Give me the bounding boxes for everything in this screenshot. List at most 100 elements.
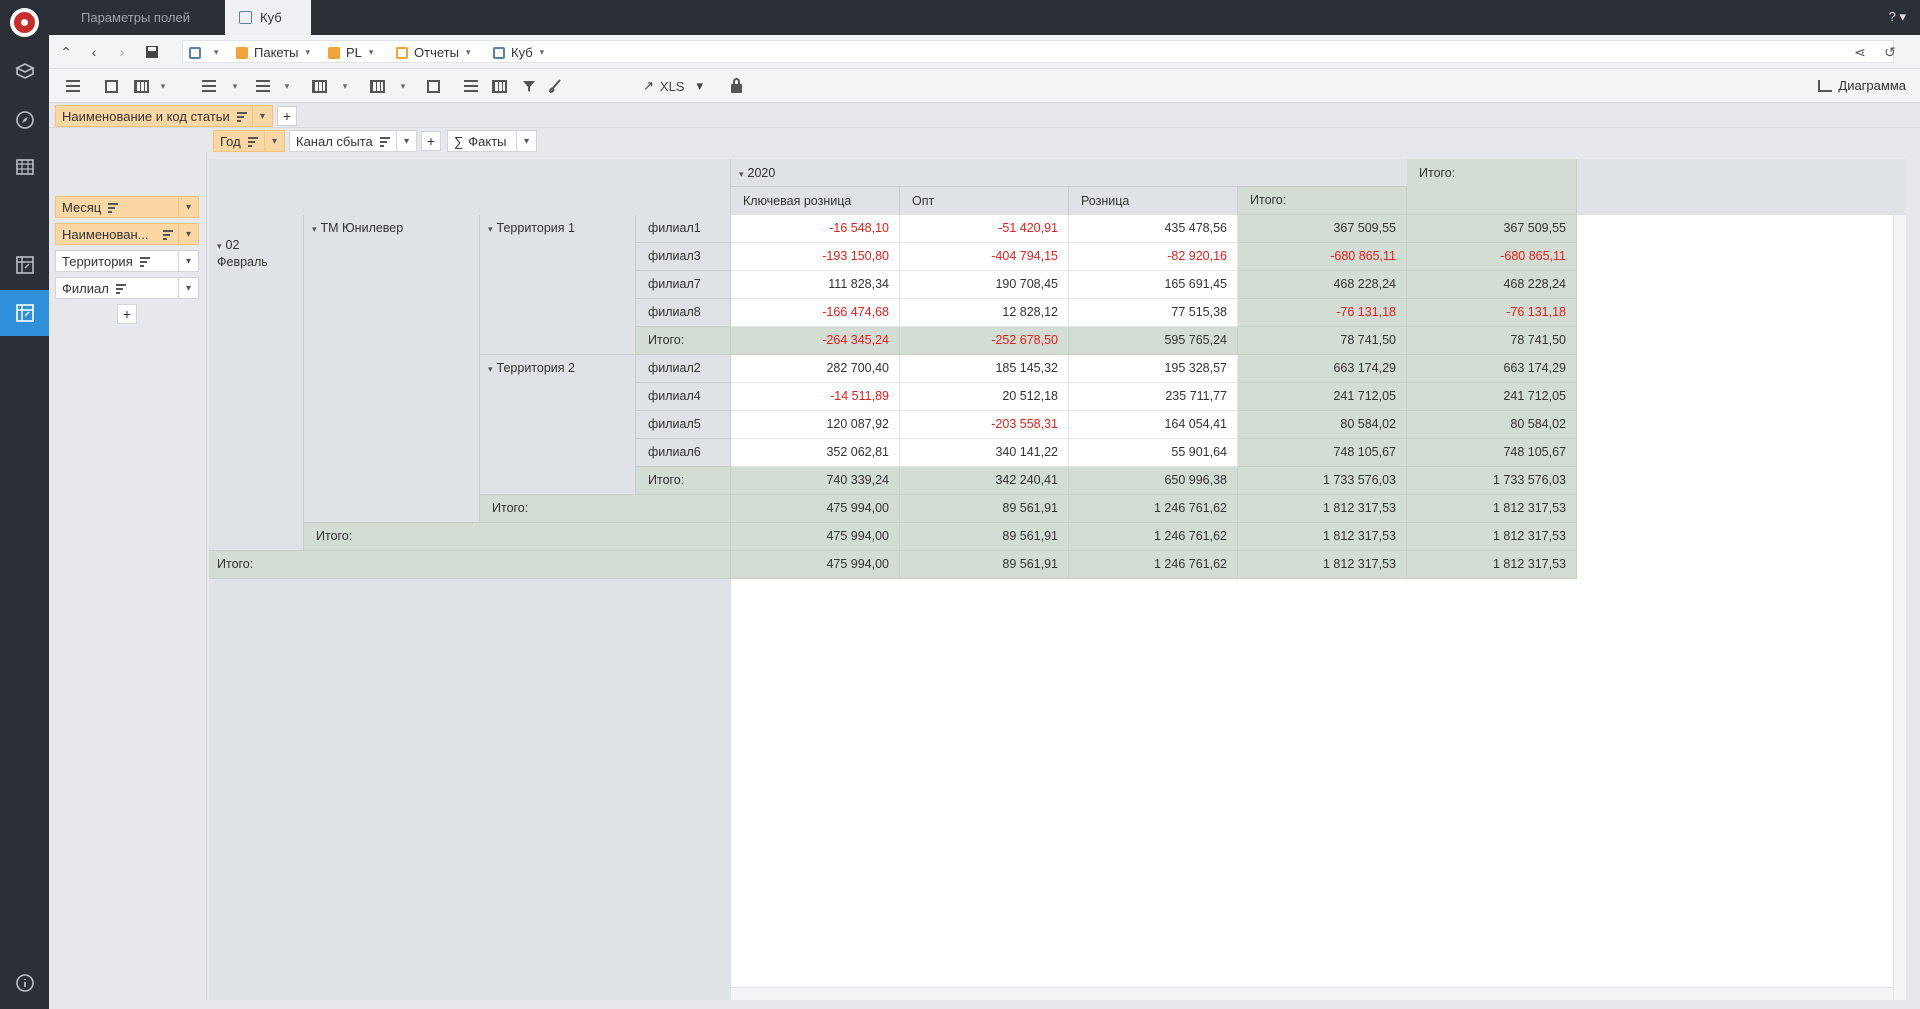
value-cell[interactable]: 748 105,67 — [1407, 439, 1577, 467]
info-nav-icon[interactable] — [0, 960, 49, 1006]
value-cell[interactable]: 77 515,38 — [1069, 299, 1238, 327]
territory-row-header[interactable]: ▾ Территория 1 — [480, 215, 636, 355]
crumb-reports[interactable]: Отчеты ▾ — [396, 44, 470, 61]
table-layout-dropdown[interactable]: ▾ — [153, 76, 173, 96]
crumb-pl[interactable]: PL ▾ — [328, 44, 373, 61]
value-cell[interactable]: 748 105,67 — [1238, 439, 1407, 467]
chevron-down-icon[interactable]: ▾ — [178, 224, 198, 244]
sort-icon[interactable] — [236, 111, 247, 122]
value-cell[interactable]: 352 062,81 — [731, 439, 900, 467]
collapse-up-icon[interactable]: ⌃ — [55, 41, 77, 63]
sort-icon[interactable] — [115, 283, 126, 294]
chart-button[interactable]: Диаграмма — [1818, 78, 1906, 93]
value-cell[interactable]: 55 901,64 — [1069, 439, 1238, 467]
value-cell[interactable]: 164 054,41 — [1069, 411, 1238, 439]
share-icon[interactable]: ⋖ — [1849, 41, 1871, 63]
chevron-down-icon[interactable]: ▾ — [312, 224, 317, 234]
value-cell[interactable]: 435 478,56 — [1069, 215, 1238, 243]
value-cell[interactable]: -82 920,16 — [1069, 243, 1238, 271]
value-cell[interactable]: 241 712,05 — [1407, 383, 1577, 411]
lock-icon[interactable] — [726, 76, 746, 96]
value-cell[interactable]: 1 812 317,53 — [1407, 495, 1577, 523]
column-field-channel[interactable]: Канал сбыта ▾ — [289, 130, 417, 152]
brand-row-header[interactable]: ▾ ТМ Юнилевер — [304, 215, 480, 523]
value-cell[interactable]: 740 339,24 — [731, 467, 900, 495]
value-cell[interactable]: 235 711,77 — [1069, 383, 1238, 411]
sort-icon[interactable] — [139, 256, 150, 267]
value-cell[interactable]: 1 246 761,62 — [1069, 551, 1238, 579]
chevron-down-icon[interactable]: ▾ — [264, 131, 284, 151]
value-cell[interactable]: 1 812 317,53 — [1407, 551, 1577, 579]
value-cell[interactable]: 650 996,38 — [1069, 467, 1238, 495]
crumb-packages[interactable]: Пакеты ▾ — [236, 44, 310, 61]
forward-icon[interactable]: › — [111, 41, 133, 63]
tab-cube[interactable]: Куб — [225, 0, 311, 35]
value-cell[interactable]: 190 708,45 — [900, 271, 1069, 299]
value-cell[interactable]: 185 145,32 — [900, 355, 1069, 383]
hierarchy-crumb[interactable]: ▾ — [189, 44, 219, 61]
value-cell[interactable]: -264 345,24 — [731, 327, 900, 355]
territory-row-header[interactable]: ▾ Территория 2 — [480, 355, 636, 495]
value-cell[interactable]: 89 561,91 — [900, 495, 1069, 523]
value-cell[interactable]: 195 328,57 — [1069, 355, 1238, 383]
column-header[interactable]: Ключевая розница — [731, 187, 900, 215]
value-cell[interactable]: 1 812 317,53 — [1238, 495, 1407, 523]
filter-icon[interactable] — [519, 76, 539, 96]
preview-icon[interactable] — [101, 76, 121, 96]
chevron-down-icon[interactable]: ▾ — [178, 197, 198, 217]
value-cell[interactable]: 78 741,50 — [1238, 327, 1407, 355]
table-nav-icon[interactable] — [0, 144, 49, 190]
value-cell[interactable]: 1 812 317,53 — [1407, 523, 1577, 551]
save-icon[interactable] — [141, 41, 163, 63]
value-cell[interactable]: 663 174,29 — [1238, 355, 1407, 383]
value-cell[interactable]: 475 994,00 — [731, 495, 900, 523]
vertical-scrollbar[interactable] — [1893, 215, 1906, 1000]
list-icon[interactable] — [63, 76, 83, 96]
value-cell[interactable]: 89 561,91 — [900, 523, 1069, 551]
filter-field-chip[interactable]: Наименование и код статьи ▾ — [55, 105, 273, 127]
value-cell[interactable]: 1 733 576,03 — [1238, 467, 1407, 495]
sort-icon[interactable] — [379, 136, 390, 147]
layout-dropdown[interactable]: ▾ — [335, 76, 355, 96]
chevron-down-icon[interactable]: ▾ — [739, 169, 744, 179]
value-cell[interactable]: 367 509,55 — [1238, 215, 1407, 243]
chevron-down-icon[interactable]: ▾ — [178, 278, 198, 298]
value-cell[interactable]: -404 794,15 — [900, 243, 1069, 271]
value-cell[interactable]: -14 511,89 — [731, 383, 900, 411]
add-row-icon[interactable] — [253, 76, 273, 96]
column-field-year[interactable]: Год ▾ — [213, 130, 285, 152]
cube-nav-icon[interactable] — [0, 290, 49, 336]
value-cell[interactable]: 663 174,29 — [1407, 355, 1577, 383]
column-field-facts[interactable]: ∑ Факты ▾ — [447, 130, 537, 152]
chevron-down-icon[interactable]: ▾ — [217, 241, 222, 251]
value-cell[interactable]: 80 584,02 — [1238, 411, 1407, 439]
crumb-cube[interactable]: Куб ▾ — [493, 44, 544, 61]
value-cell[interactable]: -252 678,50 — [900, 327, 1069, 355]
value-cell[interactable]: -680 865,11 — [1238, 243, 1407, 271]
compass-nav-icon[interactable] — [0, 97, 49, 143]
chevron-down-icon[interactable]: ▾ — [488, 364, 493, 374]
columns-dropdown[interactable]: ▾ — [393, 76, 413, 96]
row-field-month[interactable]: Месяц ▾ — [55, 196, 199, 218]
value-cell[interactable]: -76 131,18 — [1238, 299, 1407, 327]
chevron-down-icon[interactable]: ▾ — [252, 106, 272, 126]
value-cell[interactable]: 89 561,91 — [900, 551, 1069, 579]
add-row-dropdown[interactable]: ▾ — [277, 76, 297, 96]
chevron-down-icon[interactable]: ▾ — [178, 251, 198, 271]
value-cell[interactable]: 80 584,02 — [1407, 411, 1577, 439]
value-cell[interactable]: 1 246 761,62 — [1069, 523, 1238, 551]
layout-icon[interactable] — [309, 76, 329, 96]
sort-icon[interactable] — [108, 202, 119, 213]
value-cell[interactable]: 165 691,45 — [1069, 271, 1238, 299]
chevron-down-icon[interactable]: ▾ — [488, 224, 493, 234]
value-cell[interactable]: 475 994,00 — [731, 523, 900, 551]
value-cell[interactable]: 282 700,40 — [731, 355, 900, 383]
value-cell[interactable]: 1 246 761,62 — [1069, 495, 1238, 523]
value-cell[interactable]: 342 240,41 — [900, 467, 1069, 495]
horizontal-scrollbar[interactable] — [731, 987, 1893, 1000]
sort-icon[interactable] — [247, 136, 258, 147]
value-cell[interactable]: 111 828,34 — [731, 271, 900, 299]
year-header[interactable]: ▾ 2020 — [731, 159, 1407, 187]
value-cell[interactable]: 78 741,50 — [1407, 327, 1577, 355]
chevron-down-icon[interactable]: ▾ — [516, 131, 536, 151]
